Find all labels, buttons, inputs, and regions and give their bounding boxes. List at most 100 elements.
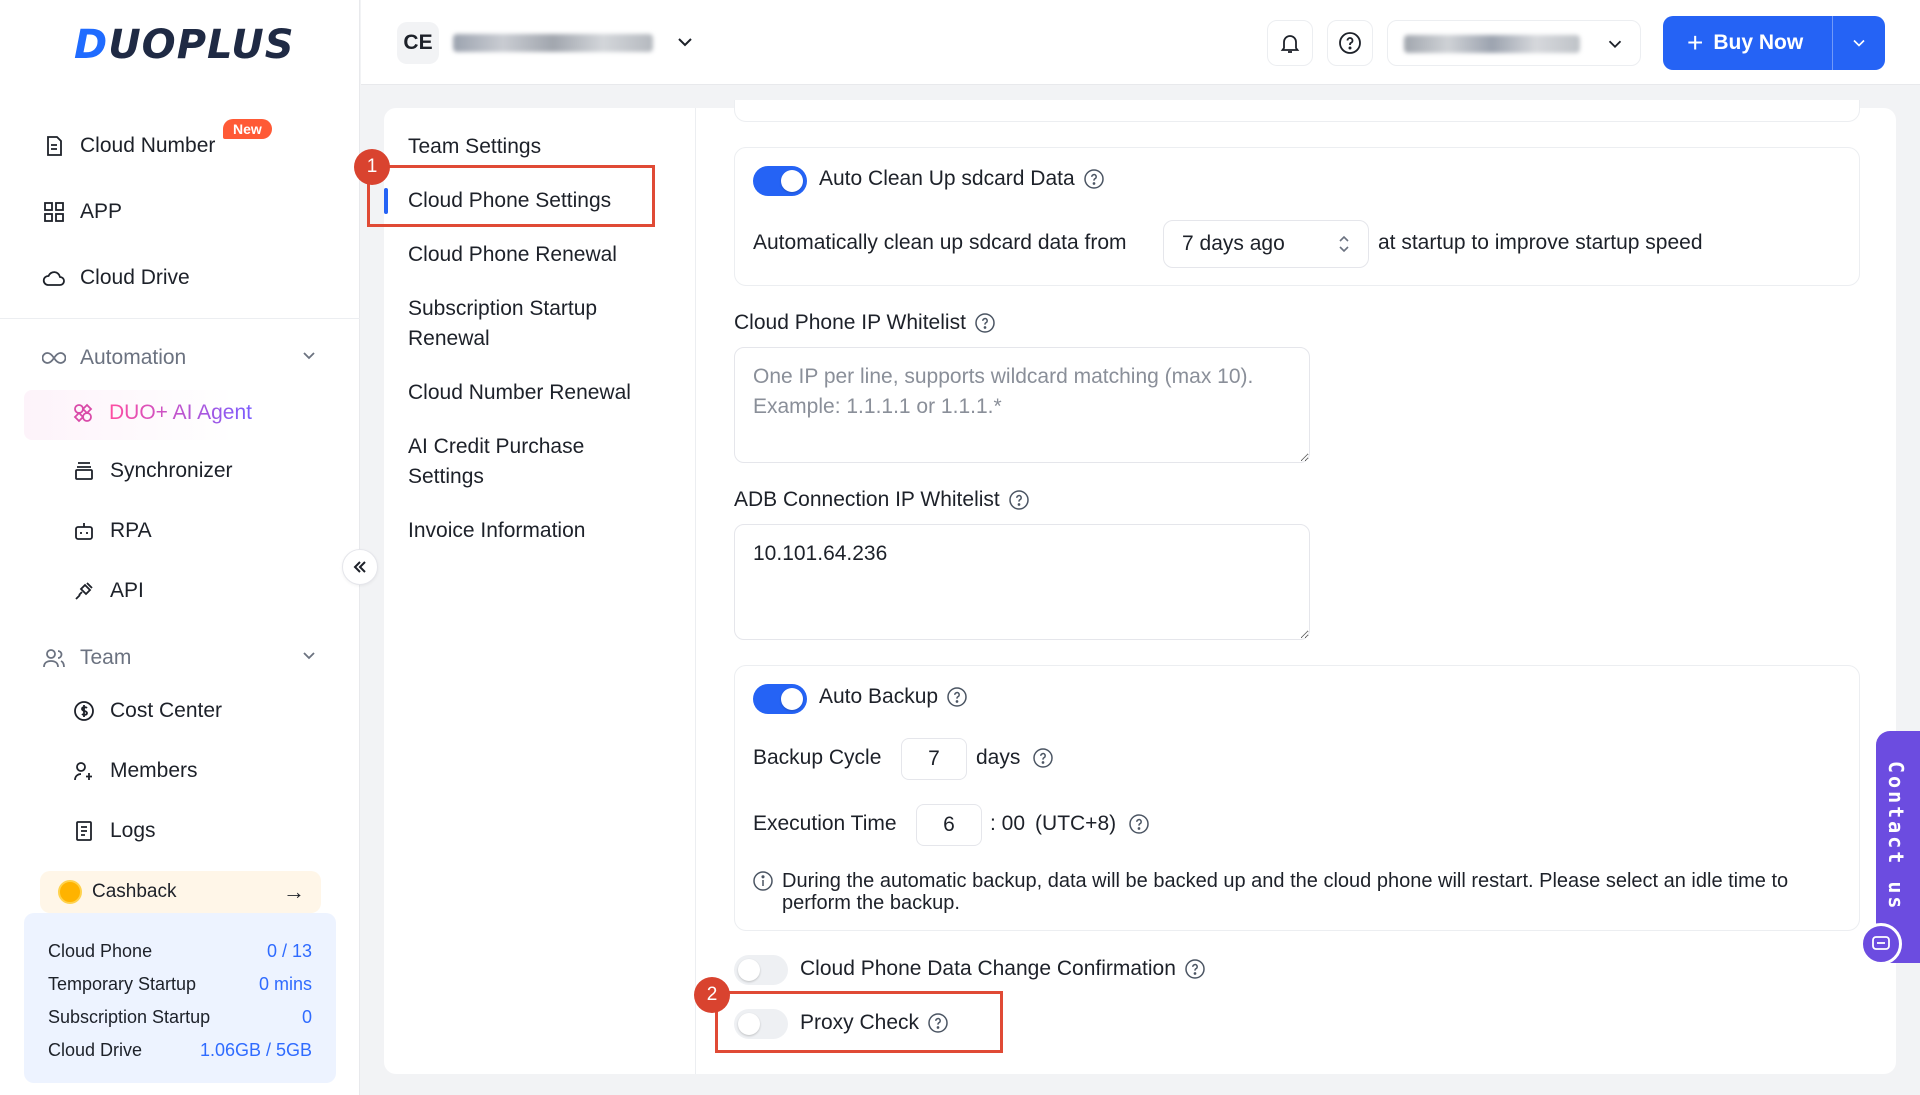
usage-row: Temporary Startup 0 mins bbox=[48, 968, 312, 1001]
team-name-redacted[interactable] bbox=[453, 34, 653, 52]
previous-section-box bbox=[734, 100, 1860, 122]
sidebar-item-label: Logs bbox=[110, 819, 156, 842]
chevron-down-icon[interactable] bbox=[673, 30, 697, 59]
sidebar-item-label: Synchronizer bbox=[110, 459, 233, 482]
sidebar-group-label: Team bbox=[80, 646, 132, 669]
usage-label: Temporary Startup bbox=[48, 974, 197, 994]
toggle-knob bbox=[781, 688, 803, 710]
chevron-down-icon bbox=[300, 346, 318, 370]
settings-nav-team-settings[interactable]: Team Settings bbox=[408, 132, 688, 162]
notification-button[interactable] bbox=[1267, 20, 1313, 66]
execution-time-timezone: (UTC+8) bbox=[1035, 812, 1117, 835]
help-icon[interactable] bbox=[1083, 168, 1105, 190]
data-change-label: Cloud Phone Data Change Confirmation bbox=[800, 957, 1176, 980]
help-icon[interactable] bbox=[1032, 747, 1054, 769]
backup-cycle-unit: days bbox=[976, 746, 1021, 769]
usage-value: 0 mins bbox=[258, 974, 312, 994]
help-icon[interactable] bbox=[946, 686, 968, 708]
annotation-highlight-2 bbox=[715, 991, 1003, 1053]
annotation-step-2: 2 bbox=[694, 977, 730, 1013]
sidebar-item-cost-center[interactable]: Cost Center bbox=[72, 691, 222, 731]
collapse-sidebar-button[interactable] bbox=[342, 549, 378, 585]
sidebar-item-label: Members bbox=[110, 759, 198, 782]
buy-now-dropdown[interactable] bbox=[1833, 16, 1885, 70]
sidebar-item-members[interactable]: Members bbox=[72, 751, 198, 791]
execution-time-label: Execution Time bbox=[753, 812, 897, 835]
sidebar-item-synchronizer[interactable]: Synchronizer bbox=[72, 451, 233, 491]
sidebar-item-app[interactable]: APP bbox=[42, 192, 122, 232]
usage-label: Cloud Drive bbox=[48, 1040, 143, 1060]
sidebar-group-automation[interactable]: Automation bbox=[42, 338, 318, 378]
robot-icon bbox=[72, 519, 96, 543]
chat-bubble-button[interactable] bbox=[1860, 923, 1902, 965]
infinity-icon bbox=[42, 346, 66, 370]
settings-nav-subscription-startup-renewal[interactable]: Subscription Startup Renewal bbox=[408, 294, 648, 354]
bell-icon bbox=[1280, 35, 1300, 53]
usage-value: 0 / 13 bbox=[266, 941, 312, 961]
sidebar: DUOPLUS Cloud Number New APP Cloud Drive… bbox=[0, 0, 360, 1095]
sidebar-item-label: DUO+ AI Agent bbox=[109, 401, 253, 424]
usage-value: 0 bbox=[301, 1007, 312, 1027]
cashback-banner[interactable]: Cashback → bbox=[40, 871, 321, 913]
help-circle-icon bbox=[1339, 32, 1361, 54]
settings-nav-ai-credit-purchase-settings[interactable]: AI Credit Purchase Settings bbox=[408, 432, 628, 492]
auto-clean-days-select[interactable]: 7 days ago bbox=[1163, 220, 1369, 268]
buy-now-main[interactable]: + Buy Now bbox=[1663, 16, 1833, 70]
duoplus-logo[interactable]: DUOPLUS bbox=[74, 22, 295, 68]
help-icon[interactable] bbox=[1008, 489, 1030, 511]
backup-cycle-label: Backup Cycle bbox=[753, 746, 882, 769]
settings-nav-invoice-information[interactable]: Invoice Information bbox=[408, 516, 688, 546]
team-avatar[interactable]: CE bbox=[397, 22, 439, 64]
ip-whitelist-textarea[interactable] bbox=[734, 347, 1310, 463]
coin-icon bbox=[58, 880, 82, 904]
adb-whitelist-textarea[interactable] bbox=[734, 524, 1310, 640]
settings-nav: Team Settings Cloud Phone Settings Cloud… bbox=[384, 108, 696, 1074]
adb-whitelist-label-row: ADB Connection IP Whitelist bbox=[734, 488, 1030, 512]
plug-icon bbox=[72, 579, 96, 603]
backup-cycle-input[interactable] bbox=[901, 738, 967, 780]
backup-note: During the automatic backup, data will b… bbox=[752, 870, 1852, 914]
sidebar-item-rpa[interactable]: RPA bbox=[72, 511, 152, 551]
annotation-highlight-1 bbox=[367, 165, 655, 227]
help-icon[interactable] bbox=[974, 312, 996, 334]
chevron-down-icon bbox=[1853, 39, 1865, 47]
sidebar-item-label: APP bbox=[80, 200, 123, 223]
settings-nav-cloud-phone-renewal[interactable]: Cloud Phone Renewal bbox=[408, 240, 688, 270]
sidebar-item-label: API bbox=[110, 579, 144, 602]
help-icon[interactable] bbox=[1184, 958, 1206, 980]
help-button[interactable] bbox=[1327, 20, 1373, 66]
usage-label: Subscription Startup bbox=[48, 1007, 211, 1027]
auto-backup-toggle[interactable] bbox=[753, 684, 807, 714]
ip-whitelist-label-row: Cloud Phone IP Whitelist bbox=[734, 311, 996, 335]
usage-value: 1.06GB / 5GB bbox=[199, 1040, 312, 1060]
sidebar-item-logs[interactable]: Logs bbox=[72, 811, 156, 851]
layers-icon bbox=[72, 459, 96, 483]
members-icon bbox=[72, 759, 96, 783]
sidebar-group-team[interactable]: Team bbox=[42, 638, 318, 678]
backup-cycle-unit-row: days bbox=[976, 746, 1054, 770]
data-change-toggle[interactable] bbox=[734, 955, 788, 985]
auto-clean-toggle[interactable] bbox=[753, 166, 807, 196]
plus-icon: + bbox=[1687, 27, 1704, 58]
help-icon[interactable] bbox=[1128, 813, 1150, 835]
buy-now-button[interactable]: + Buy Now bbox=[1663, 16, 1885, 70]
auto-backup-label: Auto Backup bbox=[819, 685, 939, 708]
double-chevron-left-icon bbox=[353, 561, 366, 573]
usage-row: Subscription Startup 0 bbox=[48, 1001, 312, 1034]
sidebar-item-ai-agent[interactable]: DUO+ AI Agent bbox=[24, 390, 324, 440]
auto-clean-prefix: Automatically clean up sdcard data from bbox=[753, 231, 1127, 254]
usage-row: Cloud Phone 0 / 13 bbox=[48, 935, 312, 968]
sidebar-item-cloud-number[interactable]: Cloud Number bbox=[42, 126, 215, 166]
contact-us-label: Contact us bbox=[1884, 761, 1908, 912]
toggle-knob bbox=[781, 170, 803, 192]
user-menu[interactable] bbox=[1387, 20, 1641, 66]
cloud-icon bbox=[42, 266, 66, 290]
settings-nav-cloud-number-renewal[interactable]: Cloud Number Renewal bbox=[408, 378, 688, 408]
toggle-knob bbox=[738, 959, 760, 981]
sidebar-item-cloud-drive[interactable]: Cloud Drive bbox=[42, 258, 190, 298]
sidebar-item-api[interactable]: API bbox=[72, 571, 144, 611]
usage-label: Cloud Phone bbox=[48, 941, 153, 961]
chat-bubble-icon bbox=[1872, 936, 1890, 950]
adb-whitelist-label: ADB Connection IP Whitelist bbox=[734, 488, 1000, 511]
execution-time-input[interactable] bbox=[916, 804, 982, 846]
